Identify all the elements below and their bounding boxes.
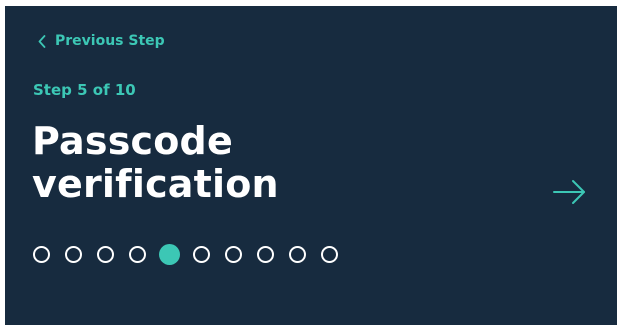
previous-step-label: Previous Step — [55, 33, 165, 49]
next-step-button[interactable] — [550, 178, 590, 206]
step-progress-dots — [33, 244, 338, 265]
step-dot[interactable] — [65, 246, 82, 263]
arrow-right-icon — [550, 180, 590, 210]
step-dot[interactable] — [129, 246, 146, 263]
step-dot[interactable] — [193, 246, 210, 263]
step-dot[interactable] — [97, 246, 114, 263]
step-panel: Previous Step Step 5 of 10 Passcode veri… — [5, 6, 617, 325]
previous-step-link[interactable]: Previous Step — [38, 32, 165, 50]
chevron-left-icon — [38, 34, 46, 48]
step-dot[interactable] — [257, 246, 274, 263]
step-dot[interactable] — [33, 246, 50, 263]
step-counter: Step 5 of 10 — [33, 81, 136, 99]
page-title-line-2: verification — [32, 162, 279, 206]
step-dot-current[interactable] — [159, 244, 180, 265]
step-dot[interactable] — [321, 246, 338, 263]
step-dot[interactable] — [289, 246, 306, 263]
page-title: Passcode verification — [32, 120, 452, 206]
step-dot[interactable] — [225, 246, 242, 263]
page-title-line-1: Passcode — [32, 119, 233, 163]
